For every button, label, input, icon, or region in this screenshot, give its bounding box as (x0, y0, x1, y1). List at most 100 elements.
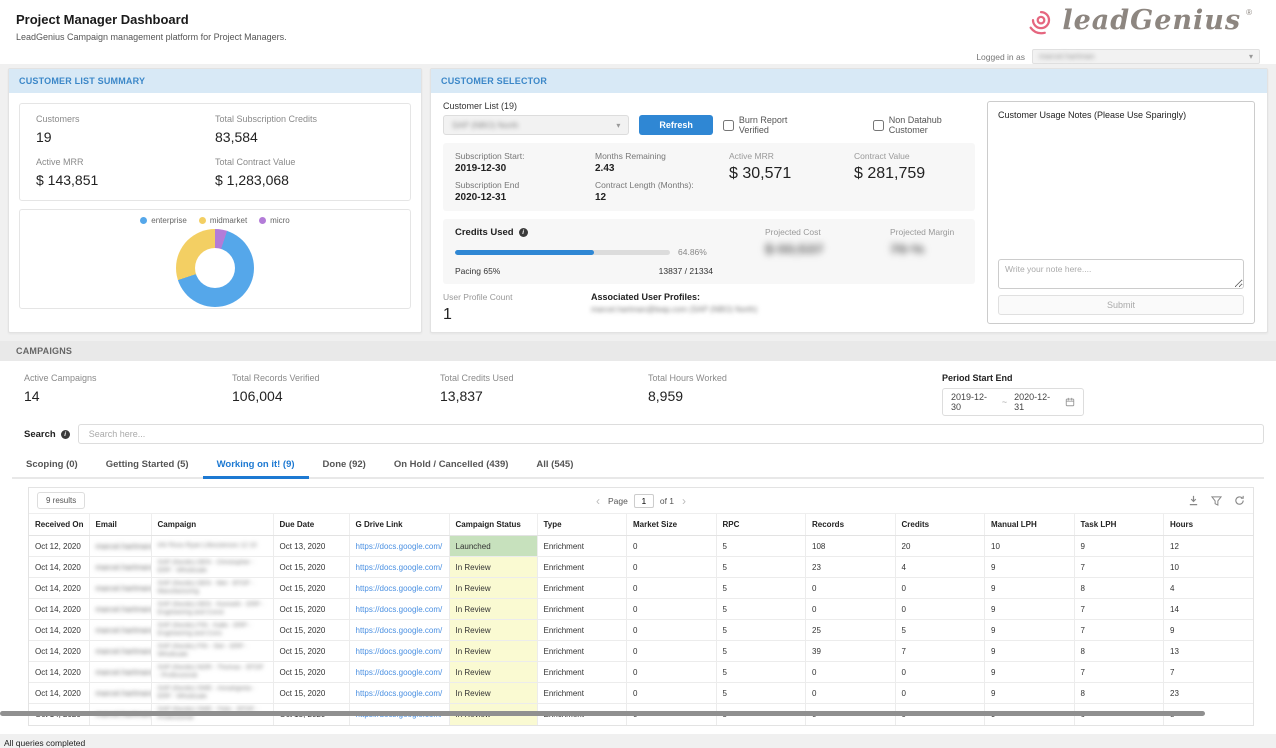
column-header-type[interactable]: Type (537, 514, 627, 536)
download-icon[interactable] (1188, 495, 1199, 506)
logged-in-user-select[interactable]: marcel.hartman ▾ (1032, 49, 1260, 64)
selector-body: Customer List (19) SAP (NBO) North ▾ Ref… (431, 93, 1267, 332)
cell-due-date: Oct 15, 2020 (273, 641, 349, 662)
contract-length: Contract Length (Months): 12 (595, 180, 729, 203)
cell-campaign-status: In Review (449, 599, 537, 620)
gdrive-link[interactable]: https://docs.google.com/ (356, 668, 443, 677)
stat-value: 19 (36, 129, 215, 145)
burn-report-checkbox[interactable] (723, 120, 734, 131)
column-header-task-lph[interactable]: Task LPH (1074, 514, 1164, 536)
non-datahub-checkbox[interactable] (873, 120, 884, 131)
gdrive-link[interactable]: https://docs.google.com/ (356, 605, 443, 614)
tab-getting-started-5[interactable]: Getting Started (5) (92, 452, 203, 479)
tab-done-92[interactable]: Done (92) (309, 452, 380, 479)
stat-label: Total Contract Value (215, 157, 394, 167)
filter-icon[interactable] (1211, 495, 1222, 506)
cell-type: Enrichment (537, 578, 627, 599)
period-start-date[interactable]: 2019-12-30 (951, 392, 995, 412)
gdrive-link[interactable]: https://docs.google.com/ (356, 563, 443, 572)
cell-type: Enrichment (537, 599, 627, 620)
gdrive-link[interactable]: https://docs.google.com/ (356, 626, 443, 635)
page-number-input[interactable] (634, 494, 654, 508)
cell-email: marcel.hartman@le (89, 641, 151, 662)
cell-records: 25 (806, 620, 896, 641)
credits-used-title: Credits Used i (455, 227, 765, 238)
column-header-hours[interactable]: Hours (1164, 514, 1254, 536)
gdrive-link[interactable]: https://docs.google.com/ (356, 647, 443, 656)
cell-credits: 5 (895, 620, 985, 641)
cell-hours: 7 (1164, 662, 1254, 683)
cell-due-date: Oct 15, 2020 (273, 599, 349, 620)
column-header-campaign-status[interactable]: Campaign Status (449, 514, 537, 536)
column-header-credits[interactable]: Credits (895, 514, 985, 536)
cell-gdrive-link[interactable]: https://docs.google.com/ (349, 641, 449, 662)
cell-gdrive-link[interactable]: https://docs.google.com/ (349, 662, 449, 683)
refresh-button[interactable]: Refresh (639, 115, 713, 135)
legend-item-micro[interactable]: micro (259, 216, 290, 225)
stat-total-contract-value: Total Contract Value $ 1,283,068 (215, 157, 394, 188)
customer-list-select[interactable]: SAP (NBO) North ▾ (443, 115, 629, 135)
horizontal-scrollbar[interactable] (0, 711, 1205, 716)
cell-campaign: IAV Ross Ryan Lifesciences 12 10 (151, 536, 273, 557)
cell-rpc: 5 (716, 620, 806, 641)
column-header-due-date[interactable]: Due Date (273, 514, 349, 536)
logged-in-user-value: marcel.hartman (1039, 52, 1095, 61)
column-header-received-on[interactable]: Received On (29, 514, 89, 536)
column-header-email[interactable]: Email (89, 514, 151, 536)
column-header-rpc[interactable]: RPC (716, 514, 806, 536)
cell-hours: 9 (1164, 620, 1254, 641)
cell-manual-lph: 10 (985, 536, 1075, 557)
refresh-icon[interactable] (1234, 495, 1245, 506)
calendar-icon[interactable] (1065, 397, 1075, 407)
tab-on-hold-cancelled-439[interactable]: On Hold / Cancelled (439) (380, 452, 523, 479)
cell-manual-lph: 9 (985, 578, 1075, 599)
leadgenius-logo: leadGenius ® (1025, 7, 1252, 42)
table-body: Oct 12, 2020marcel.hartman@leIAV Ross Ry… (29, 536, 1253, 725)
tab-scoping-0[interactable]: Scoping (0) (12, 452, 92, 479)
tab-working-on-it-9[interactable]: Working on it! (9) (203, 452, 309, 479)
search-input[interactable] (78, 424, 1264, 444)
prev-page-button[interactable]: ‹ (594, 495, 602, 507)
cell-gdrive-link[interactable]: https://docs.google.com/ (349, 599, 449, 620)
gdrive-link[interactable]: https://docs.google.com/ (356, 542, 443, 551)
cell-gdrive-link[interactable]: https://docs.google.com/ (349, 683, 449, 704)
cell-gdrive-link[interactable]: https://docs.google.com/ (349, 578, 449, 599)
gdrive-link[interactable]: https://docs.google.com/ (356, 689, 443, 698)
cell-gdrive-link[interactable]: https://docs.google.com/ (349, 620, 449, 641)
period-range-picker[interactable]: 2019-12-30 ~ 2020-12-31 (942, 388, 1084, 416)
gdrive-link[interactable]: https://docs.google.com/ (356, 584, 443, 593)
tab-all-545[interactable]: All (545) (522, 452, 587, 479)
cell-gdrive-link[interactable]: https://docs.google.com/ (349, 536, 449, 557)
table-row: Oct 14, 2020marcel.hartman@leSAP (Nordic… (29, 662, 1253, 683)
cell-rpc: 5 (716, 641, 806, 662)
queries-status: All queries completed (0, 734, 1276, 748)
stat-customers: Customers 19 (36, 114, 215, 145)
user-profile-count-value: 1 (443, 306, 591, 324)
cell-gdrive-link[interactable]: https://docs.google.com/ (349, 557, 449, 578)
donut-chart[interactable] (176, 229, 254, 307)
submit-note-button[interactable]: Submit (998, 295, 1244, 315)
customer-select-value: SAP (NBO) North (452, 120, 518, 130)
column-header-records[interactable]: Records (806, 514, 896, 536)
cell-hours: 14 (1164, 599, 1254, 620)
note-input[interactable] (998, 259, 1244, 289)
summary-body: Customers 19 Total Subscription Credits … (9, 93, 421, 319)
non-datahub-option: Non Datahub Customer (873, 115, 975, 135)
legend-item-enterprise[interactable]: enterprise (140, 216, 187, 225)
stat-total-credits-used: Total Credits Used 13,837 (440, 373, 648, 404)
next-page-button[interactable]: › (680, 495, 688, 507)
column-header-manual-lph[interactable]: Manual LPH (985, 514, 1075, 536)
column-header-market-size[interactable]: Market Size (627, 514, 717, 536)
period-end-date[interactable]: 2020-12-31 (1014, 392, 1058, 412)
info-icon[interactable]: i (61, 430, 70, 439)
column-header-g-drive-link[interactable]: G Drive Link (349, 514, 449, 536)
subscription-info-box: Subscription Start: 2019-12-30 Subscript… (443, 143, 975, 211)
column-header-campaign[interactable]: Campaign (151, 514, 273, 536)
customer-usage-notes-panel: Customer Usage Notes (Please Use Sparing… (987, 101, 1255, 324)
registered-mark: ® (1246, 8, 1252, 17)
logged-in-as-label: Logged in as (976, 52, 1025, 62)
info-icon[interactable]: i (519, 228, 528, 237)
legend-item-midmarket[interactable]: midmarket (199, 216, 247, 225)
cell-manual-lph: 9 (985, 599, 1075, 620)
cell-credits: 0 (895, 578, 985, 599)
